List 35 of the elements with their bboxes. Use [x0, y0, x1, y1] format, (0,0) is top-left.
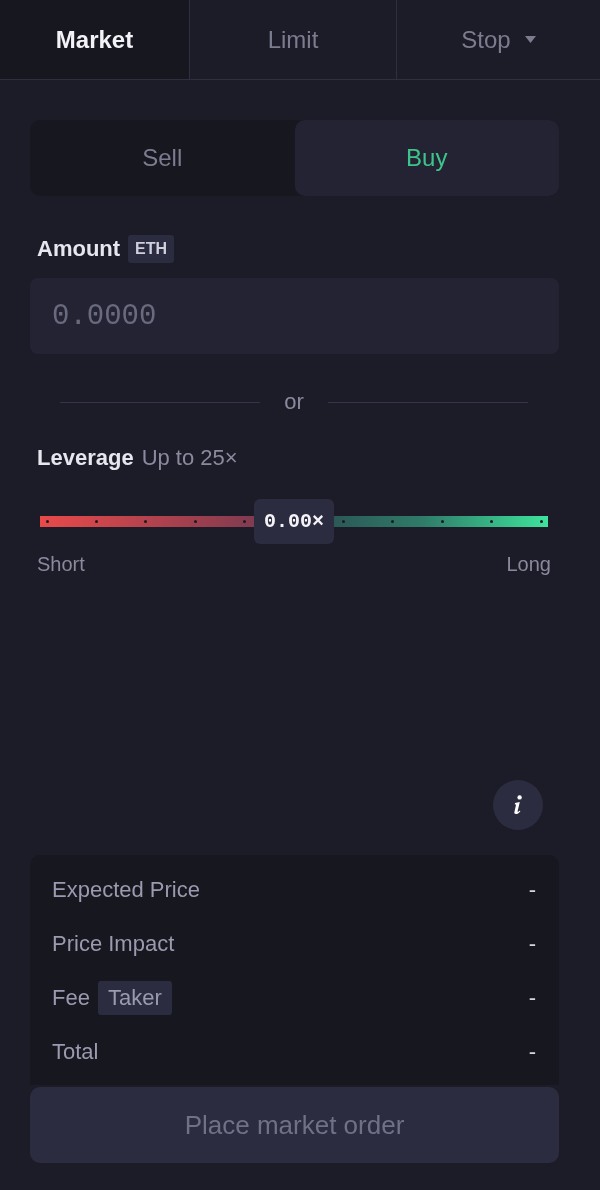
summary-label: Fee	[52, 985, 90, 1011]
leverage-label: Leverage	[37, 445, 134, 471]
tick-dot-icon	[539, 520, 543, 523]
tick-dot-icon	[193, 520, 197, 523]
tick-dot-icon	[490, 520, 494, 523]
info-button[interactable]	[493, 780, 543, 830]
summary-label: Expected Price	[52, 877, 200, 903]
fee-type-tag: Taker	[97, 981, 172, 1015]
summary-value: -	[528, 877, 536, 903]
amount-label: Amount	[37, 236, 121, 262]
summary-value: -	[528, 931, 536, 957]
tick-dot-icon	[45, 520, 49, 523]
tick-dot-icon	[243, 520, 247, 523]
summary-label: Price Impact	[52, 931, 175, 957]
info-icon	[513, 795, 523, 815]
tick-dot-icon	[440, 520, 444, 523]
short-label: Short	[37, 553, 85, 575]
leverage-limit-text: Up to 25×	[141, 445, 238, 471]
leverage-slider[interactable]: 0.00×	[40, 499, 548, 544]
summary-value: -	[528, 1039, 536, 1065]
long-label: Long	[506, 553, 551, 575]
amount-input[interactable]: 0.0000	[30, 278, 559, 354]
unit-badge: ETH	[128, 235, 175, 263]
side-option[interactable]: Buy	[294, 120, 559, 196]
slider-thumb[interactable]: 0.00×	[254, 499, 334, 544]
tick-dot-icon	[341, 520, 345, 523]
tick-dot-icon	[94, 520, 98, 523]
side-option[interactable]: Sell	[30, 120, 295, 196]
tick-dot-icon	[144, 520, 148, 523]
tick-dot-icon	[391, 520, 395, 523]
summary-value: -	[528, 985, 536, 1011]
summary-label: Total	[52, 1039, 99, 1065]
order-type-tab[interactable]: Market	[0, 0, 190, 79]
or-separator-text: or	[284, 389, 304, 415]
caret-down-icon	[524, 36, 536, 43]
